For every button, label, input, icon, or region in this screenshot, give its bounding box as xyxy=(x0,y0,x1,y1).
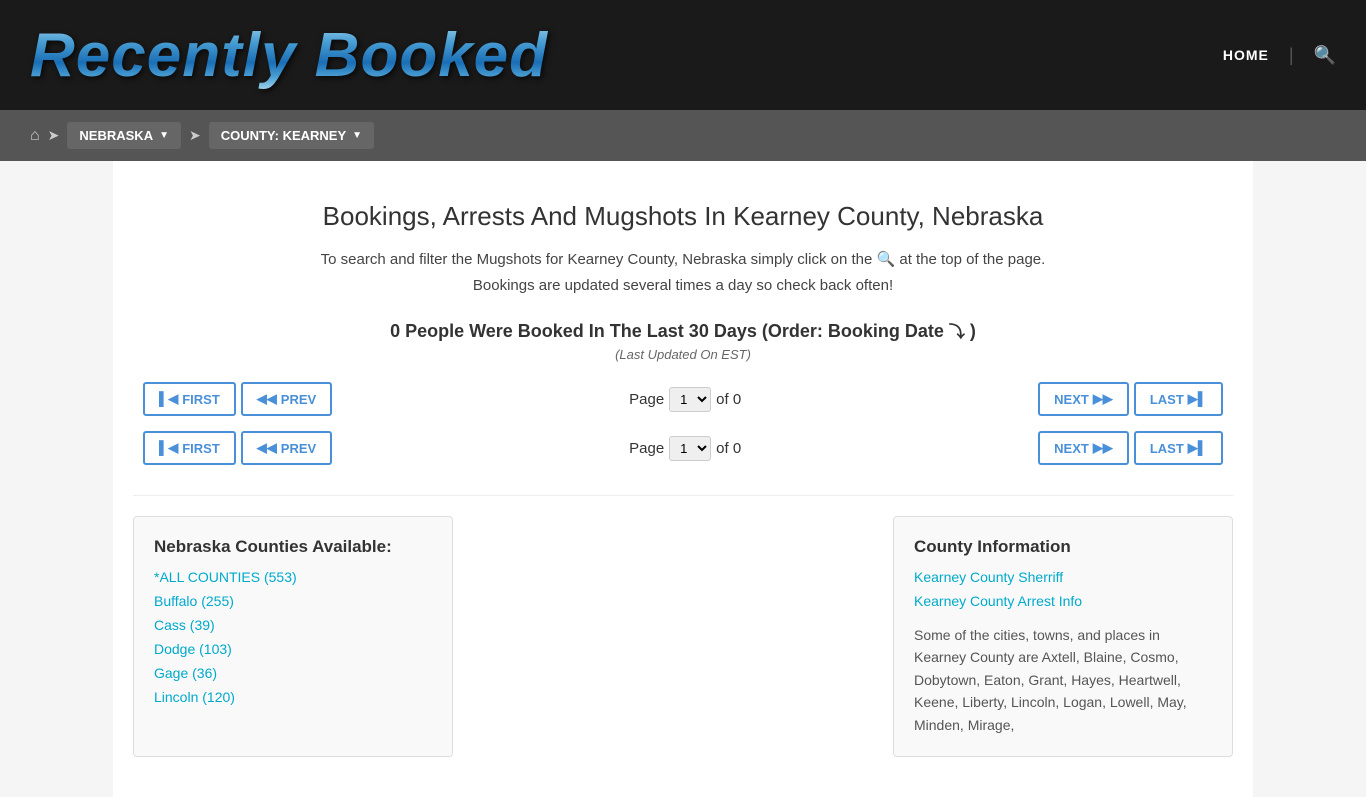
page-label-2: Page xyxy=(629,440,664,457)
county-link-3[interactable]: Dodge (103) xyxy=(154,641,432,657)
county-link-1[interactable]: Buffalo (255) xyxy=(154,593,432,609)
right-panel-title: County Information xyxy=(914,537,1212,557)
pagination-left-2: ▌◀ FIRST ◀◀ PREV xyxy=(143,431,332,465)
nav-divider: | xyxy=(1289,45,1294,66)
page-select-1[interactable]: 1 xyxy=(669,387,711,412)
next-button-2[interactable]: NEXT ▶▶ xyxy=(1038,431,1129,465)
right-link-0[interactable]: Kearney County Sherriff xyxy=(914,569,1212,585)
prev-icon-1: ◀◀ xyxy=(257,391,277,407)
right-link-1[interactable]: Kearney County Arrest Info xyxy=(914,593,1212,609)
chevron-down-icon: ▼ xyxy=(159,130,169,141)
county-link-5[interactable]: Lincoln (120) xyxy=(154,689,432,705)
site-header: Recently Booked HOME | 🔍 xyxy=(0,0,1366,110)
left-panel-title: Nebraska Counties Available: xyxy=(154,537,432,557)
pagination-center-1: Page 1 of 0 xyxy=(629,387,741,412)
page-title: Bookings, Arrests And Mugshots In Kearne… xyxy=(133,201,1233,232)
pagination-center-2: Page 1 of 0 xyxy=(629,436,741,461)
first-icon-1: ▌◀ xyxy=(159,391,178,407)
last-icon-2: ▶▌ xyxy=(1188,440,1207,456)
county-links-list: *ALL COUNTIES (553) Buffalo (255) Cass (… xyxy=(154,569,432,705)
site-logo[interactable]: Recently Booked xyxy=(30,20,548,91)
search-icon-button[interactable]: 🔍 xyxy=(1314,44,1336,67)
pagination-right-1: NEXT ▶▶ LAST ▶▌ xyxy=(1038,382,1223,416)
main-content: Bookings, Arrests And Mugshots In Kearne… xyxy=(113,161,1253,797)
description-text: To search and filter the Mugshots for Ke… xyxy=(133,247,1233,298)
page-label-1: Page xyxy=(629,391,664,408)
breadcrumb-nebraska[interactable]: NEBRASKA ▼ xyxy=(67,122,181,149)
pagination-left-1: ▌◀ FIRST ◀◀ PREV xyxy=(143,382,332,416)
desc-line1: To search and filter the Mugshots for Ke… xyxy=(321,251,873,268)
pagination-row-2: ▌◀ FIRST ◀◀ PREV Page 1 of 0 NEXT ▶▶ LAS… xyxy=(133,431,1233,465)
county-link-0[interactable]: *ALL COUNTIES (553) xyxy=(154,569,432,585)
pagination-right-2: NEXT ▶▶ LAST ▶▌ xyxy=(1038,431,1223,465)
desc-line3: Bookings are updated several times a day… xyxy=(473,277,893,294)
county-link-2[interactable]: Cass (39) xyxy=(154,617,432,633)
chevron-down-icon-2: ▼ xyxy=(352,130,362,141)
next-button-1[interactable]: NEXT ▶▶ xyxy=(1038,382,1129,416)
home-nav-link[interactable]: HOME xyxy=(1223,47,1269,63)
last-button-2[interactable]: LAST ▶▌ xyxy=(1134,431,1223,465)
prev-icon-2: ◀◀ xyxy=(257,440,277,456)
first-button-2[interactable]: ▌◀ FIRST xyxy=(143,431,236,465)
booking-count: 0 People Were Booked In The Last 30 Days… xyxy=(133,318,1233,342)
of-label-2: of 0 xyxy=(716,440,741,457)
first-button-1[interactable]: ▌◀ FIRST xyxy=(143,382,236,416)
desc-line2: at the top of the page. xyxy=(899,251,1045,268)
pagination-row-1: ▌◀ FIRST ◀◀ PREV Page 1 of 0 NEXT ▶▶ LAS… xyxy=(133,382,1233,416)
search-inline-icon: 🔍 xyxy=(877,251,900,268)
first-icon-2: ▌◀ xyxy=(159,440,178,456)
last-icon-1: ▶▌ xyxy=(1188,391,1207,407)
right-panel: County Information Kearney County Sherri… xyxy=(893,516,1233,757)
county-description: Some of the cities, towns, and places in… xyxy=(914,624,1212,736)
bottom-section: Nebraska Counties Available: *ALL COUNTI… xyxy=(133,495,1233,777)
next-icon-2: ▶▶ xyxy=(1093,440,1113,456)
county-link-4[interactable]: Gage (36) xyxy=(154,665,432,681)
prev-button-1[interactable]: ◀◀ PREV xyxy=(241,382,332,416)
right-links-list: Kearney County Sherriff Kearney County A… xyxy=(914,569,1212,609)
middle-panel xyxy=(473,516,873,757)
breadcrumb-home-icon[interactable]: ⌂ xyxy=(30,127,40,145)
breadcrumb-sep-2: ➤ xyxy=(189,127,201,144)
last-button-1[interactable]: LAST ▶▌ xyxy=(1134,382,1223,416)
next-icon-1: ▶▶ xyxy=(1093,391,1113,407)
page-select-2[interactable]: 1 xyxy=(669,436,711,461)
breadcrumb-bar: ⌂ ➤ NEBRASKA ▼ ➤ COUNTY: KEARNEY ▼ xyxy=(0,110,1366,161)
breadcrumb-sep-1: ➤ xyxy=(48,127,60,144)
of-label-1: of 0 xyxy=(716,391,741,408)
header-nav: HOME | 🔍 xyxy=(1223,44,1336,67)
left-panel: Nebraska Counties Available: *ALL COUNTI… xyxy=(133,516,453,757)
prev-button-2[interactable]: ◀◀ PREV xyxy=(241,431,332,465)
breadcrumb-county[interactable]: COUNTY: KEARNEY ▼ xyxy=(209,122,374,149)
search-icon: 🔍 xyxy=(1314,45,1336,65)
sort-icon[interactable]: ⤵ xyxy=(949,324,965,341)
last-updated-text: (Last Updated On EST) xyxy=(133,347,1233,362)
